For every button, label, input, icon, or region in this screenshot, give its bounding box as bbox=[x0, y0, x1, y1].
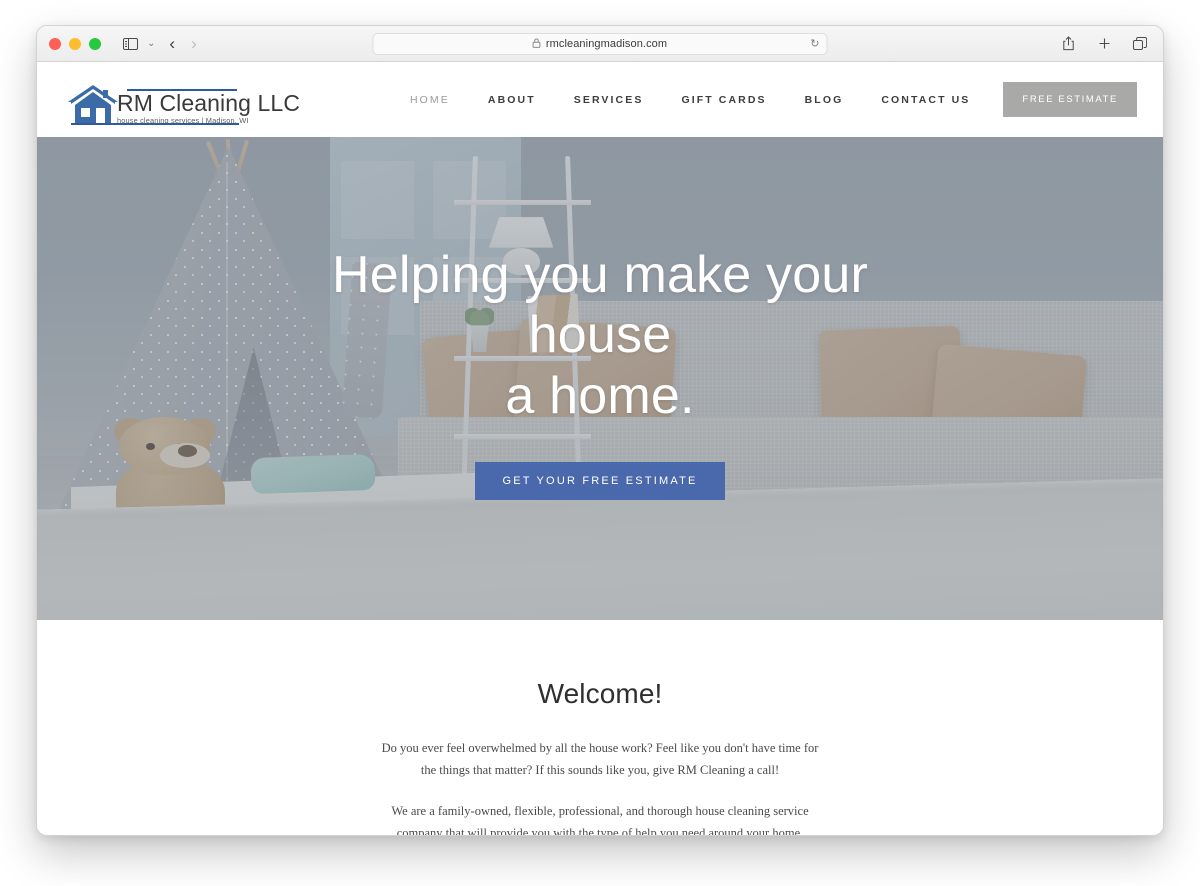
forward-button[interactable]: › bbox=[191, 35, 197, 52]
house-icon bbox=[65, 82, 121, 126]
nav-item-services[interactable]: SERVICES bbox=[555, 94, 663, 106]
browser-toolbar: ⌄ ‹ › rmcleaningmadison.com ↻ bbox=[37, 26, 1163, 62]
minimize-window-button[interactable] bbox=[69, 37, 81, 50]
hero-title: Helping you make your house a home. bbox=[280, 245, 920, 426]
logo-top-rule bbox=[127, 88, 237, 91]
logo-bottom-rule bbox=[71, 122, 239, 125]
hero-title-line-2: a home. bbox=[505, 366, 695, 425]
sidebar-icon[interactable] bbox=[119, 33, 141, 55]
welcome-paragraph-2: We are a family-owned, flexible, profess… bbox=[391, 804, 809, 836]
nav-item-home[interactable]: HOME bbox=[391, 94, 469, 106]
main-navigation: HOME ABOUT SERVICES GIFT CARDS BLOG CONT… bbox=[391, 82, 1137, 117]
new-tab-icon[interactable] bbox=[1093, 33, 1115, 55]
url-text: rmcleaningmadison.com bbox=[545, 37, 668, 50]
browser-navigation: ‹ › bbox=[169, 35, 196, 52]
site-header: RM Cleaning LLC house cleaning services … bbox=[37, 62, 1163, 137]
logo-text: RM Cleaning LLC house cleaning services … bbox=[117, 91, 300, 125]
chevron-down-icon[interactable]: ⌄ bbox=[147, 38, 155, 49]
hero-content: Helping you make your house a home. GET … bbox=[37, 137, 1163, 620]
sidebar-controls: ⌄ bbox=[119, 33, 155, 55]
maximize-window-button[interactable] bbox=[89, 37, 101, 50]
welcome-section: Welcome! Do you ever feel overwhelmed by… bbox=[37, 620, 1163, 836]
free-estimate-button[interactable]: FREE ESTIMATE bbox=[1003, 82, 1137, 117]
share-icon[interactable] bbox=[1057, 33, 1079, 55]
lock-icon bbox=[532, 38, 541, 50]
nav-item-gift-cards[interactable]: GIFT CARDS bbox=[662, 94, 785, 106]
welcome-title: Welcome! bbox=[537, 678, 663, 709]
nav-item-contact-us[interactable]: CONTACT US bbox=[862, 94, 989, 106]
page-viewport: RM Cleaning LLC house cleaning services … bbox=[37, 62, 1163, 836]
nav-item-blog[interactable]: BLOG bbox=[786, 94, 863, 106]
address-bar[interactable]: rmcleaningmadison.com ↻ bbox=[372, 32, 828, 55]
browser-window: ⌄ ‹ › rmcleaningmadison.com ↻ RM Cleanin… bbox=[36, 25, 1164, 836]
show-tabs-icon[interactable] bbox=[1129, 33, 1151, 55]
hero-section: Helping you make your house a home. GET … bbox=[37, 137, 1163, 620]
close-window-button[interactable] bbox=[49, 37, 61, 50]
welcome-paragraph-1: Do you ever feel overwhelmed by all the … bbox=[381, 741, 819, 777]
hero-title-line-1: Helping you make your house bbox=[331, 246, 869, 365]
window-controls bbox=[49, 37, 101, 50]
get-free-estimate-button[interactable]: GET YOUR FREE ESTIMATE bbox=[475, 461, 725, 500]
site-logo[interactable]: RM Cleaning LLC house cleaning services … bbox=[65, 74, 300, 126]
reload-button[interactable]: ↻ bbox=[810, 37, 819, 50]
logo-title: RM Cleaning LLC bbox=[117, 90, 301, 117]
nav-item-about[interactable]: ABOUT bbox=[469, 94, 555, 106]
toolbar-right-actions bbox=[1057, 33, 1151, 55]
back-button[interactable]: ‹ bbox=[169, 35, 175, 52]
